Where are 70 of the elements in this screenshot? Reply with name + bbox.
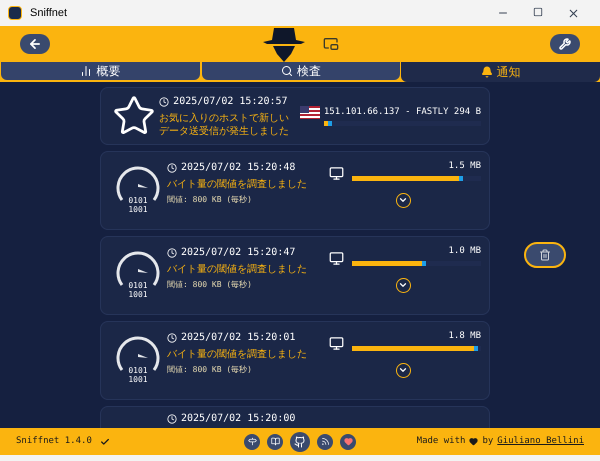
notification-message: バイト量の閾値を調査しました bbox=[167, 178, 308, 191]
by-text: by bbox=[482, 434, 494, 448]
feed-button[interactable] bbox=[317, 434, 333, 450]
monitor-icon bbox=[329, 250, 344, 266]
binary-label: 1001 bbox=[128, 290, 148, 299]
delete-button[interactable] bbox=[524, 242, 566, 268]
value-text: 1.8 MB bbox=[448, 330, 481, 343]
flag-icon bbox=[300, 106, 320, 119]
maximize-icon[interactable] bbox=[533, 6, 543, 16]
threshold-text: 閾値: 800 KB (毎秒) bbox=[167, 194, 253, 206]
value-text: 1.5 MB bbox=[448, 160, 481, 173]
notification-message: バイト量の閾値を調査しました bbox=[167, 263, 308, 276]
rss-icon bbox=[320, 437, 330, 446]
settings-button[interactable] bbox=[550, 34, 580, 54]
github-icon bbox=[294, 436, 306, 448]
threshold-text: 閾値: 800 KB (毎秒) bbox=[167, 279, 253, 291]
notification-time: 2025/07/02 15:20:01 bbox=[181, 331, 296, 345]
picture-in-picture-icon[interactable] bbox=[323, 36, 339, 52]
binary-label: 1001 bbox=[128, 375, 148, 384]
expand-button[interactable] bbox=[396, 362, 410, 378]
tab[interactable]: 通知 bbox=[401, 62, 600, 82]
binary-label: 1001 bbox=[128, 205, 148, 214]
heart-button[interactable] bbox=[340, 434, 356, 450]
signpost-button[interactable] bbox=[244, 434, 260, 450]
chevron-down-icon bbox=[398, 195, 408, 205]
github-button[interactable] bbox=[290, 432, 310, 452]
binary-label: 0101 bbox=[128, 196, 148, 205]
made-with-text: Made with bbox=[416, 434, 466, 448]
signpost-icon bbox=[248, 437, 256, 446]
notification-time: 2025/07/02 15:20:57 bbox=[173, 95, 288, 109]
version-text: Sniffnet 1.4.0 bbox=[16, 434, 92, 448]
book-button[interactable] bbox=[267, 434, 283, 450]
clock-icon bbox=[167, 414, 177, 424]
clock-icon bbox=[167, 332, 177, 342]
threshold-text: 閾値: 800 KB (毎秒) bbox=[167, 364, 253, 376]
spy-logo-icon bbox=[261, 26, 307, 62]
binary-label: 0101 bbox=[128, 281, 148, 290]
clock-icon bbox=[159, 96, 170, 106]
book-icon bbox=[270, 437, 280, 446]
notification-message: バイト量の閾値を調査しました bbox=[167, 348, 308, 361]
close-icon[interactable] bbox=[567, 6, 580, 20]
window-title: Sniffnet bbox=[30, 6, 68, 21]
tab[interactable]: 概要 bbox=[1, 62, 200, 80]
wrench-icon bbox=[559, 38, 571, 50]
clock-icon bbox=[167, 162, 177, 172]
chart-icon bbox=[80, 65, 92, 77]
expand-button[interactable] bbox=[396, 278, 410, 292]
notification-message: お気に入りのホストで新しいデータ送受信が発生しました bbox=[159, 112, 290, 138]
notification-time: 2025/07/02 15:20:00 bbox=[181, 412, 296, 426]
monitor-icon bbox=[329, 166, 344, 180]
notification-time: 2025/07/02 15:20:48 bbox=[181, 161, 296, 175]
monitor-icon bbox=[329, 336, 344, 350]
trash-icon bbox=[539, 249, 551, 261]
expand-button[interactable] bbox=[396, 192, 410, 208]
bell-icon bbox=[480, 66, 493, 78]
heart-icon bbox=[344, 437, 352, 446]
author-link[interactable]: Giuliano Bellini bbox=[497, 434, 584, 448]
host-text: 151.101.66.137 - FASTLY 294 B bbox=[324, 106, 481, 119]
check-icon bbox=[100, 436, 110, 446]
chevron-down-icon bbox=[398, 365, 408, 375]
value-text: 1.0 MB bbox=[448, 245, 481, 258]
chevron-down-icon bbox=[398, 280, 408, 290]
back-button[interactable] bbox=[20, 34, 50, 54]
binary-label: 0101 bbox=[128, 366, 148, 375]
heart-icon bbox=[469, 437, 478, 446]
clock-icon bbox=[167, 248, 177, 258]
tab[interactable]: 検査 bbox=[202, 62, 400, 80]
app-icon bbox=[8, 6, 22, 20]
notification-time: 2025/07/02 15:20:47 bbox=[181, 246, 296, 260]
search-icon bbox=[281, 65, 293, 77]
